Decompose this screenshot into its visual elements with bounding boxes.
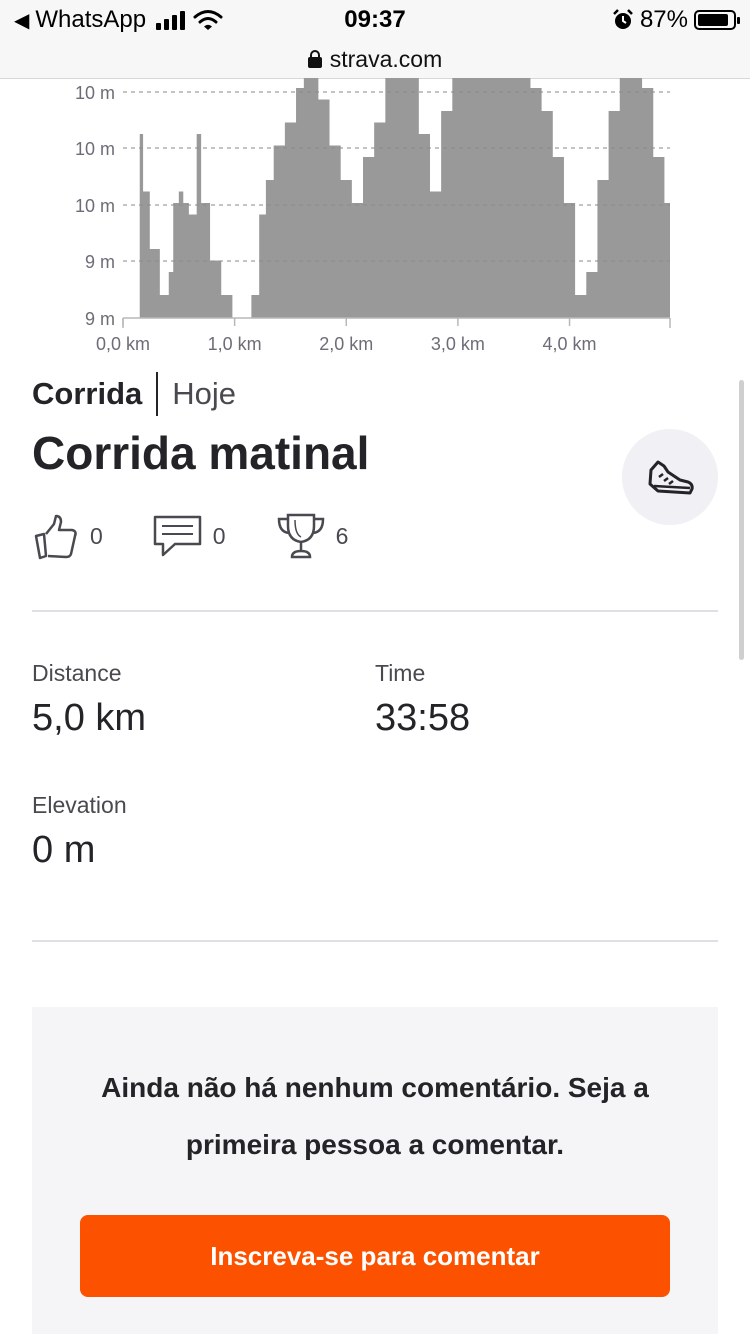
stat-distance: Distance 5,0 km <box>32 660 146 740</box>
elevation-chart-svg: 10 m 10 m 10 m 9 m 9 m 0,0 km 1,0 km 2,0 km 3,0 … <box>75 78 671 354</box>
y-tick-label: 10 m <box>75 196 115 216</box>
activity-title: Corrida matinal <box>32 427 370 479</box>
stat-label: Distance <box>32 660 122 686</box>
alarm-clock-icon <box>613 9 633 29</box>
url-text: strava.com <box>329 45 443 72</box>
trophy-icon <box>277 513 324 559</box>
url-bar[interactable]: strava.com <box>0 40 750 79</box>
status-right: 87% <box>612 6 740 34</box>
stat-elevation: Elevation 0 m <box>32 792 127 872</box>
y-tick-label: 9 m <box>85 252 115 272</box>
achievements-button[interactable]: 6 <box>276 512 349 560</box>
sport-type-badge <box>622 429 718 525</box>
kudos-count: 0 <box>90 522 103 549</box>
meta-separator <box>156 372 159 416</box>
status-bar: ◀ WhatsApp 09:37 87% <box>0 0 750 40</box>
elevation-chart: 10 m 10 m 10 m 9 m 9 m 0,0 km 1,0 km 2,0 km 3,0 … <box>0 78 750 368</box>
y-tick-label: 9 m <box>85 309 115 329</box>
stat-label: Elevation <box>32 792 127 818</box>
stat-value: 0 m <box>32 829 96 871</box>
lock-icon <box>307 50 322 68</box>
x-tick-label: 1,0 km <box>208 334 262 354</box>
stat-time: Time 33:58 <box>375 660 470 740</box>
section-divider <box>32 940 718 942</box>
activity-kind: Corrida <box>32 376 143 411</box>
y-tick-label: 10 m <box>75 83 115 103</box>
page-scrollbar[interactable] <box>739 380 744 660</box>
section-divider <box>32 610 718 612</box>
x-tick-label: 4,0 km <box>543 334 597 354</box>
running-shoe-icon <box>648 460 694 495</box>
activity-meta: Corrida Hoje <box>32 372 236 416</box>
signup-to-comment-button[interactable]: Inscreva-se para comentar <box>80 1215 670 1297</box>
elevation-area <box>139 78 671 318</box>
battery-percent: 87% <box>639 6 688 33</box>
x-tick-label: 0,0 km <box>96 334 150 354</box>
stat-value: 33:58 <box>375 697 471 739</box>
stat-label: Time <box>375 660 426 686</box>
x-tick-label: 3,0 km <box>431 334 485 354</box>
x-tick-label: 2,0 km <box>319 334 373 354</box>
stat-value: 5,0 km <box>32 697 147 739</box>
no-comments-message: Ainda não há nenhum comentário. Seja a p… <box>101 1072 649 1160</box>
social-actions: 0 0 6 <box>32 512 398 560</box>
y-tick-label: 10 m <box>75 139 115 159</box>
achievements-count: 6 <box>335 522 349 549</box>
kudos-button[interactable]: 0 <box>32 512 103 560</box>
comment-bubble-icon <box>153 515 202 557</box>
comments-panel: Ainda não há nenhum comentário. Seja a p… <box>32 1007 718 1334</box>
activity-date: Hoje <box>172 376 237 411</box>
battery-icon <box>694 10 740 30</box>
comments-count: 0 <box>212 522 226 549</box>
thumbs-up-icon <box>34 514 77 560</box>
comments-button[interactable]: 0 <box>153 514 226 558</box>
